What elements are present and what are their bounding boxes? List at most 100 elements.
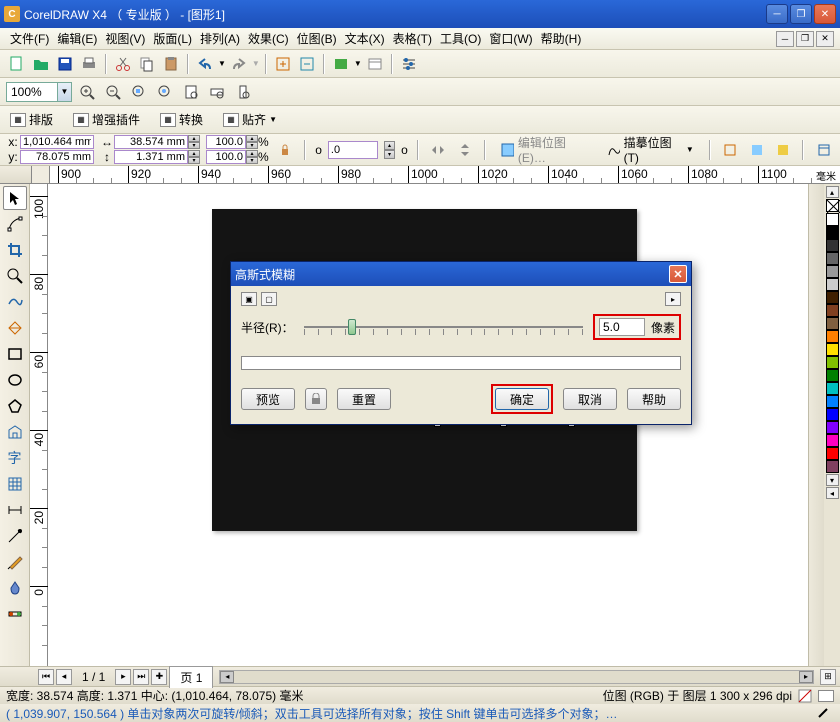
lock-preview-button[interactable]: [305, 388, 327, 410]
open-button[interactable]: [30, 53, 52, 75]
height-down[interactable]: ▾: [188, 157, 200, 164]
menu-view[interactable]: 视图(V): [101, 28, 149, 49]
color-swatch[interactable]: [826, 421, 839, 434]
color-swatch[interactable]: [826, 369, 839, 382]
zoom-selection-button[interactable]: [128, 81, 150, 103]
zoom-width-button[interactable]: [206, 81, 228, 103]
ellipse-tool[interactable]: [3, 368, 27, 392]
copy-button[interactable]: [136, 53, 158, 75]
slider-thumb[interactable]: [348, 319, 356, 335]
crop-tool[interactable]: [3, 238, 27, 262]
zoom-page-button[interactable]: [180, 81, 202, 103]
color-swatch[interactable]: [826, 382, 839, 395]
doc-minimize-button[interactable]: ─: [776, 31, 794, 47]
doc-restore-button[interactable]: ❐: [796, 31, 814, 47]
color-swatch[interactable]: [826, 343, 839, 356]
edit-bitmap-button[interactable]: 编辑位图(E)…: [495, 132, 595, 167]
save-button[interactable]: [54, 53, 76, 75]
zoom-tool[interactable]: [3, 264, 27, 288]
reset-button[interactable]: 重置: [337, 388, 391, 410]
tab-transform[interactable]: ▦转换: [156, 109, 207, 130]
maximize-button[interactable]: ❐: [790, 4, 812, 24]
menu-table[interactable]: 表格(T): [389, 28, 436, 49]
palette-down[interactable]: ▾: [826, 474, 839, 486]
page-prev[interactable]: ◂: [56, 669, 72, 685]
trace-bitmap-button[interactable]: 描摹位图(T)▼: [601, 132, 700, 167]
doc-close-button[interactable]: ✕: [816, 31, 834, 47]
preview-button[interactable]: 预览: [241, 388, 295, 410]
preview-toggle-button[interactable]: ▸: [665, 292, 681, 306]
resample-button[interactable]: [746, 139, 767, 161]
color-swatch[interactable]: [826, 317, 839, 330]
paste-button[interactable]: [160, 53, 182, 75]
color-swatch[interactable]: [826, 265, 839, 278]
fill-tool[interactable]: [3, 576, 27, 600]
color-swatch[interactable]: [826, 239, 839, 252]
page-first[interactable]: ⏮: [38, 669, 54, 685]
zoom-dropdown-icon[interactable]: ▼: [57, 83, 71, 101]
freehand-tool[interactable]: [3, 290, 27, 314]
redo-dropdown[interactable]: ▼: [252, 59, 260, 68]
zoom-all-button[interactable]: [154, 81, 176, 103]
dialog-titlebar[interactable]: 高斯式模糊 ✕: [231, 262, 691, 286]
menu-tools[interactable]: 工具(O): [436, 28, 485, 49]
navigator-button[interactable]: ⊞: [820, 669, 836, 685]
menu-layout[interactable]: 版面(L): [149, 28, 196, 49]
eyedropper-tool[interactable]: [3, 524, 27, 548]
vertical-scrollbar[interactable]: [808, 184, 824, 666]
minimize-button[interactable]: ─: [766, 4, 788, 24]
color-swatch[interactable]: [826, 226, 839, 239]
crop-button[interactable]: [720, 139, 741, 161]
color-swatch[interactable]: [826, 460, 839, 473]
menu-file[interactable]: 文件(F): [6, 28, 53, 49]
print-button[interactable]: [78, 53, 100, 75]
rotation-input[interactable]: [328, 141, 378, 159]
menu-edit[interactable]: 编辑(E): [53, 28, 101, 49]
mirror-h-button[interactable]: [428, 139, 449, 161]
mirror-v-button[interactable]: [454, 139, 475, 161]
height-input[interactable]: [114, 150, 188, 164]
width-down[interactable]: ▾: [188, 142, 200, 149]
outline-tool[interactable]: [3, 550, 27, 574]
undo-button[interactable]: [194, 53, 216, 75]
color-swatch[interactable]: [826, 408, 839, 421]
shape-tool-2[interactable]: [3, 420, 27, 444]
text-tool[interactable]: 字: [3, 446, 27, 470]
canvas[interactable]: ✕: [48, 184, 808, 666]
scale-y-input[interactable]: [206, 150, 246, 164]
import-button[interactable]: [272, 53, 294, 75]
palette-up[interactable]: ▴: [826, 186, 839, 198]
lock-ratio-button[interactable]: [275, 139, 296, 161]
color-swatch[interactable]: [826, 291, 839, 304]
close-button[interactable]: ✕: [814, 4, 836, 24]
page-add[interactable]: ✚: [151, 669, 167, 685]
welcome-button[interactable]: [364, 53, 386, 75]
dimension-tool[interactable]: [3, 498, 27, 522]
x-input[interactable]: [20, 135, 94, 149]
color-swatch[interactable]: [826, 395, 839, 408]
radius-input[interactable]: [599, 318, 645, 336]
color-swatch[interactable]: [826, 213, 839, 226]
zoom-input[interactable]: [7, 83, 57, 101]
tab-snap[interactable]: ▦贴齐▼: [219, 109, 281, 130]
page-last[interactable]: ⏭: [133, 669, 149, 685]
no-fill-swatch[interactable]: [826, 199, 839, 212]
horizontal-scrollbar[interactable]: ◂▸: [219, 670, 814, 684]
zoom-in-button[interactable]: [76, 81, 98, 103]
cancel-button[interactable]: 取消: [563, 388, 617, 410]
height-up[interactable]: ▴: [188, 150, 200, 157]
table-tool[interactable]: [3, 472, 27, 496]
app-launch-dropdown[interactable]: ▼: [354, 59, 362, 68]
y-input[interactable]: [20, 150, 94, 164]
zoom-combo[interactable]: ▼: [6, 82, 72, 102]
pick-tool[interactable]: [3, 186, 27, 210]
menu-text[interactable]: 文本(X): [341, 28, 389, 49]
color-swatch[interactable]: [826, 304, 839, 317]
shape-tool[interactable]: [3, 212, 27, 236]
color-swatch[interactable]: [826, 447, 839, 460]
bmp-mode-button[interactable]: [773, 139, 794, 161]
interactive-tool[interactable]: [3, 602, 27, 626]
app-launch-button[interactable]: [330, 53, 352, 75]
scale-x-input[interactable]: [206, 135, 246, 149]
color-swatch[interactable]: [826, 434, 839, 447]
